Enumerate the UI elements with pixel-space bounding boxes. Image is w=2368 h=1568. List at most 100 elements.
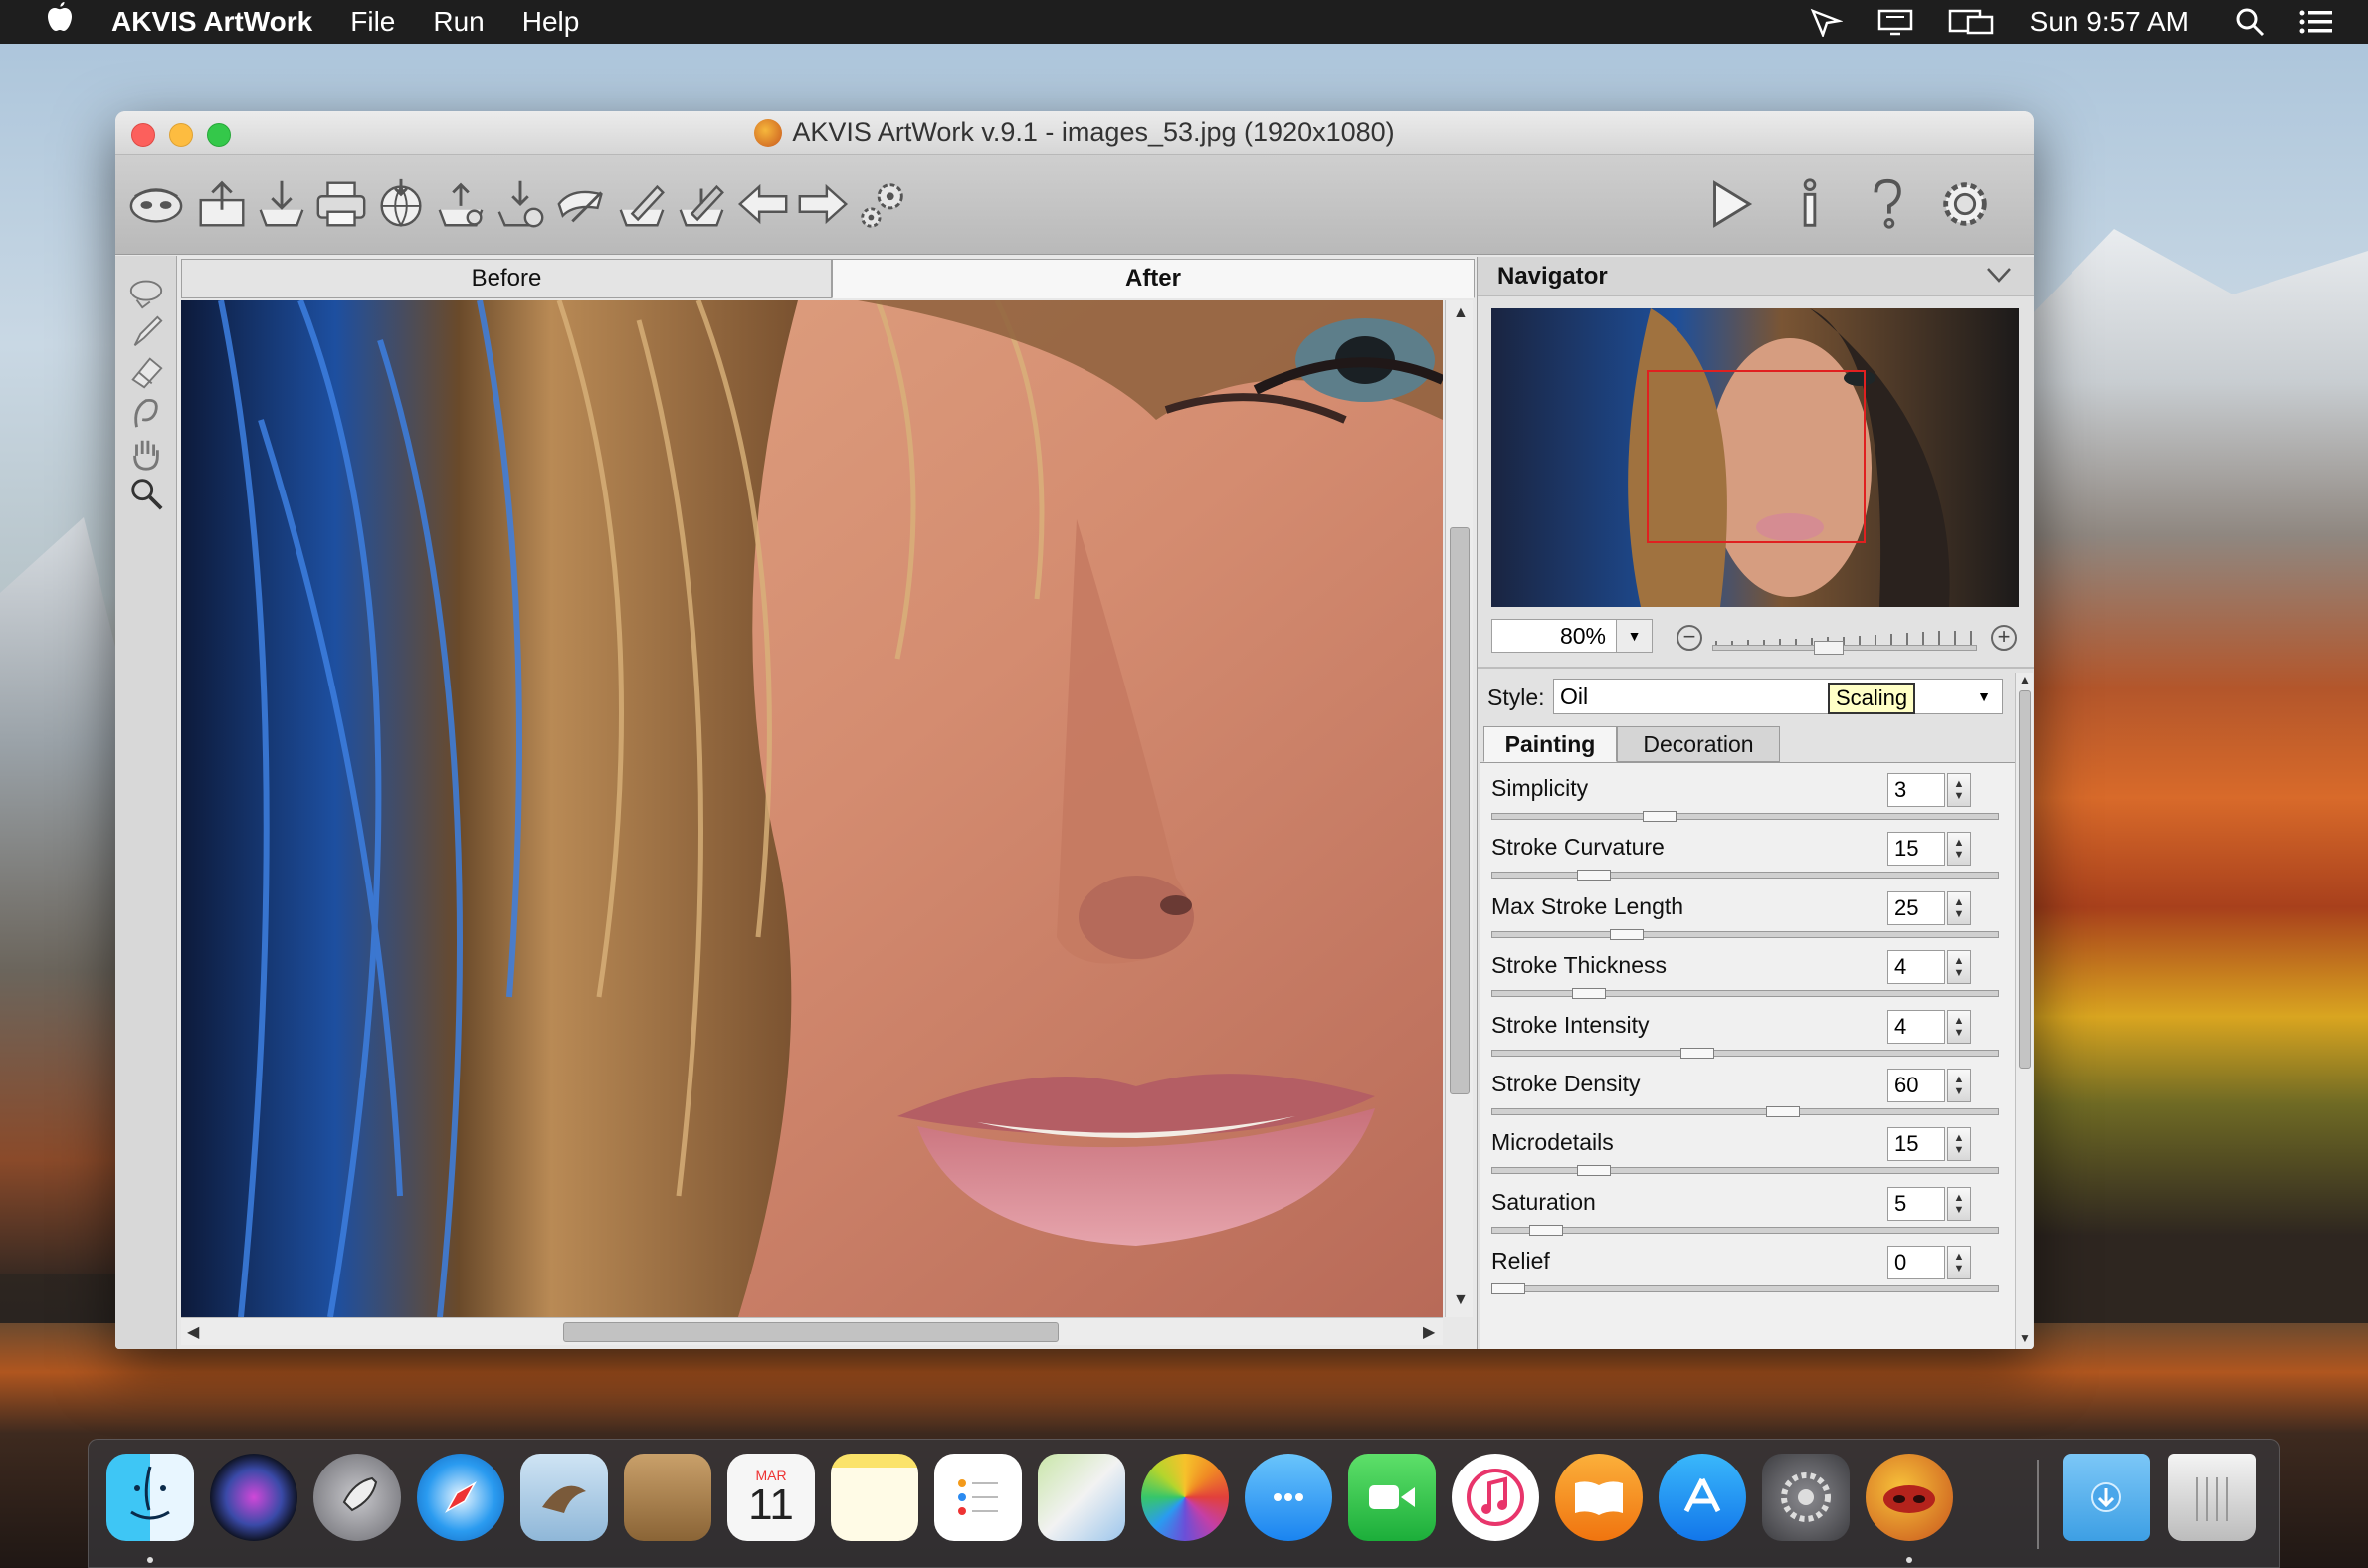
itunes-music-icon[interactable] — [1452, 1454, 1539, 1541]
param-slider-track[interactable] — [1491, 1108, 1999, 1115]
param-stepper-icon[interactable]: ▲ ▼ — [1947, 1246, 1971, 1280]
param-slider-track[interactable] — [1491, 1226, 1999, 1234]
canvas-horizontal-scrollbar[interactable]: ◀ ▶ — [181, 1317, 1443, 1345]
param-value-field[interactable]: 0 — [1887, 1246, 1945, 1280]
app-store-icon[interactable] — [1659, 1454, 1746, 1541]
navigator-preview[interactable] — [1491, 308, 2019, 607]
param-stepper-icon[interactable]: ▲ ▼ — [1947, 950, 1971, 985]
zoom-slider[interactable] — [1712, 631, 1977, 655]
param-slider-track[interactable] — [1491, 813, 1999, 820]
siri-icon[interactable] — [210, 1454, 297, 1541]
eraser-tool-icon[interactable] — [125, 351, 167, 393]
window-close-button[interactable] — [131, 123, 155, 147]
zoom-slider-knob[interactable] — [1814, 641, 1844, 655]
airplay-display-icon[interactable] — [1948, 7, 1996, 37]
safari-compass-icon[interactable] — [417, 1454, 504, 1541]
param-slider-track[interactable] — [1491, 1285, 1999, 1293]
notes-icon[interactable] — [831, 1454, 918, 1541]
image-canvas[interactable] — [181, 300, 1443, 1317]
scroll-up-arrow-icon[interactable]: ▲ — [1453, 304, 1469, 322]
calendar-icon[interactable]: MAR 11 — [727, 1454, 815, 1541]
param-slider-knob[interactable] — [1766, 1106, 1801, 1117]
save-image-icon[interactable] — [249, 171, 314, 237]
load-strokes-icon[interactable] — [549, 171, 615, 237]
decoration-tool-icon[interactable] — [125, 272, 167, 313]
scroll-left-arrow-icon[interactable]: ◀ — [187, 1322, 199, 1342]
param-value-field[interactable]: 15 — [1887, 832, 1945, 867]
facetime-icon[interactable] — [1348, 1454, 1436, 1541]
param-slider-knob[interactable] — [1643, 811, 1677, 822]
tab-decoration[interactable]: Decoration — [1617, 726, 1780, 762]
redo-arrow-icon[interactable] — [790, 171, 856, 237]
zoom-in-icon[interactable]: + — [1991, 625, 2017, 651]
tab-painting[interactable]: Painting — [1483, 726, 1617, 762]
params-scroll-up-icon[interactable]: ▲ — [2019, 673, 2031, 686]
downloads-folder-icon[interactable] — [2063, 1454, 2150, 1541]
settings-gears-icon[interactable] — [850, 171, 915, 237]
param-stepper-icon[interactable]: ▲ ▼ — [1947, 890, 1971, 925]
param-slider-track[interactable] — [1491, 1167, 1999, 1175]
akvis-artwork-dock-icon[interactable] — [1866, 1454, 1953, 1541]
param-stepper-icon[interactable]: ▲ ▼ — [1947, 1186, 1971, 1221]
param-slider-track[interactable] — [1491, 872, 1999, 880]
param-slider-track[interactable] — [1491, 990, 1999, 998]
param-slider-track[interactable] — [1491, 930, 1999, 938]
reminders-list-icon[interactable] — [934, 1454, 1022, 1541]
info-icon[interactable] — [1777, 171, 1843, 237]
spotlight-search-icon[interactable] — [2235, 7, 2265, 37]
run-play-icon[interactable] — [1697, 171, 1763, 237]
menubar-app-name[interactable]: AKVIS ArtWork — [111, 6, 312, 38]
undo-arrow-icon[interactable] — [730, 171, 796, 237]
zoom-tool-icon[interactable] — [125, 473, 167, 514]
hand-tool-icon[interactable] — [125, 433, 167, 475]
batch-processing-icon[interactable] — [428, 171, 493, 237]
location-arrow-icon[interactable] — [1809, 7, 1843, 37]
display-icon[interactable] — [1876, 7, 1914, 37]
zoom-out-icon[interactable]: − — [1677, 625, 1702, 651]
messages-bubble-icon[interactable] — [1245, 1454, 1332, 1541]
launchpad-rocket-icon[interactable] — [313, 1454, 401, 1541]
param-value-field[interactable]: 3 — [1887, 773, 1945, 807]
preferences-gear-icon[interactable] — [1932, 171, 1998, 237]
help-icon[interactable] — [1855, 171, 1920, 237]
param-slider-knob[interactable] — [1610, 928, 1644, 940]
menu-file[interactable]: File — [350, 6, 395, 38]
navigator-header[interactable]: Navigator — [1478, 257, 2034, 296]
akvis-mask-logo-icon[interactable] — [123, 171, 189, 237]
style-combobox[interactable]: Oil ▼ — [1553, 679, 2003, 714]
navigator-view-rectangle[interactable] — [1647, 370, 1866, 543]
param-value-field[interactable]: 15 — [1887, 1127, 1945, 1162]
photos-icon[interactable] — [1141, 1454, 1229, 1541]
share-globe-icon[interactable] — [368, 171, 434, 237]
param-value-field[interactable]: 4 — [1887, 1009, 1945, 1044]
window-minimize-button[interactable] — [169, 123, 193, 147]
maps-icon[interactable] — [1038, 1454, 1125, 1541]
param-stepper-icon[interactable]: ▲ ▼ — [1947, 1069, 1971, 1102]
param-slider-knob[interactable] — [1576, 1165, 1611, 1177]
smudge-tool-icon[interactable] — [125, 391, 167, 433]
param-stepper-icon[interactable]: ▲ ▼ — [1947, 1009, 1971, 1044]
param-stepper-icon[interactable]: ▲ ▼ — [1947, 832, 1971, 867]
param-slider-track[interactable] — [1491, 1049, 1999, 1057]
contacts-book-icon[interactable] — [624, 1454, 711, 1541]
parameters-scrollbar[interactable]: ▲ ▼ — [2015, 673, 2033, 1349]
open-image-icon[interactable] — [189, 171, 255, 237]
canvas-horizontal-scroll-thumb[interactable] — [563, 1322, 1059, 1342]
finder-icon[interactable] — [106, 1454, 194, 1541]
trash-icon[interactable] — [2168, 1454, 2256, 1541]
param-slider-knob[interactable] — [1680, 1047, 1715, 1059]
scroll-down-arrow-icon[interactable]: ▼ — [1453, 1291, 1469, 1309]
notification-center-icon[interactable] — [2298, 8, 2334, 36]
param-slider-knob[interactable] — [1576, 870, 1611, 882]
canvas-vertical-scrollbar[interactable]: ▲ ▼ — [1445, 300, 1473, 1317]
param-stepper-icon[interactable]: ▲ ▼ — [1947, 1127, 1971, 1162]
menubar-clock[interactable]: Sun 9:57 AM — [2030, 6, 2189, 38]
params-scroll-down-icon[interactable]: ▼ — [2019, 1331, 2031, 1345]
zoom-dropdown-arrow-icon[interactable]: ▼ — [1616, 620, 1652, 652]
ibooks-icon[interactable] — [1555, 1454, 1643, 1541]
param-stepper-icon[interactable]: ▲ ▼ — [1947, 773, 1971, 807]
print-icon[interactable] — [308, 171, 374, 237]
save-strokes-icon[interactable] — [609, 171, 675, 237]
window-zoom-button[interactable] — [207, 123, 231, 147]
param-slider-knob[interactable] — [1571, 988, 1606, 1000]
